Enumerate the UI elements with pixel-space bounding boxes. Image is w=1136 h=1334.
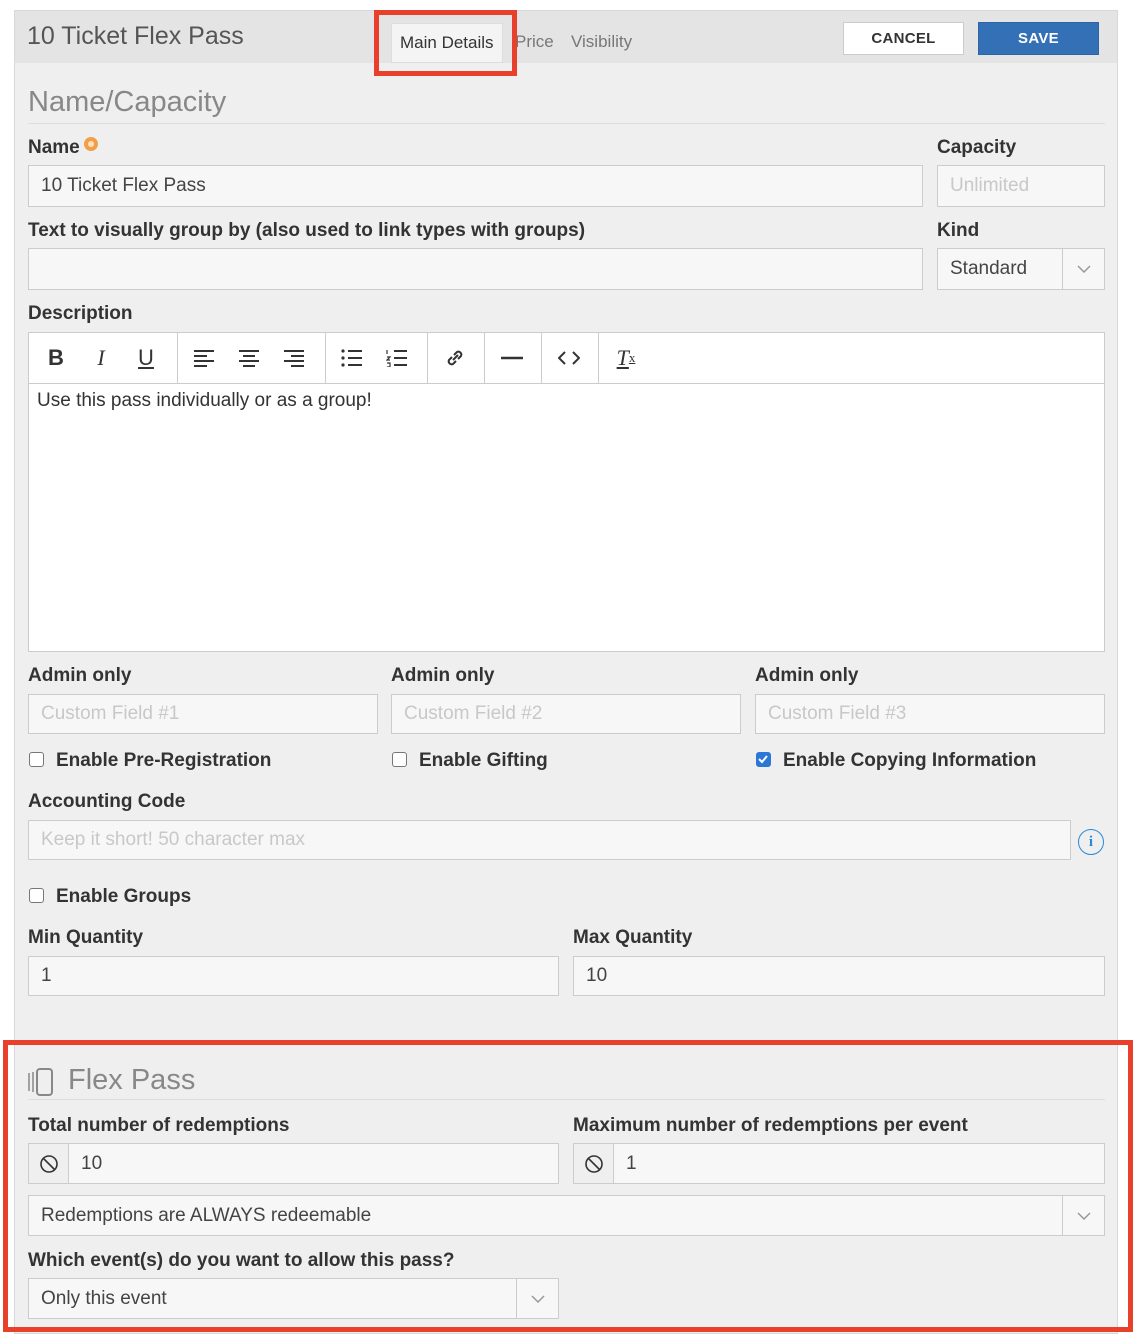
section-divider bbox=[28, 123, 1105, 124]
group-text-input[interactable] bbox=[28, 248, 923, 290]
copying-info-label: Enable Copying Information bbox=[783, 750, 1037, 771]
bullet-list-icon[interactable] bbox=[335, 341, 369, 375]
chevron-down-icon bbox=[1062, 249, 1104, 289]
highlight-box-flex-pass bbox=[3, 1040, 1133, 1332]
toolbar-divider bbox=[325, 333, 326, 384]
custom-field-1-label: Admin only bbox=[28, 665, 132, 686]
enable-groups-label: Enable Groups bbox=[56, 886, 192, 907]
link-icon[interactable] bbox=[438, 341, 472, 375]
toolbar-divider bbox=[598, 333, 599, 384]
group-text-label: Text to visually group by (also used to … bbox=[28, 220, 586, 241]
align-right-icon[interactable] bbox=[277, 341, 311, 375]
accounting-code-input[interactable]: Keep it short! 50 character max bbox=[28, 820, 1071, 860]
pre-registration-checkbox[interactable] bbox=[29, 752, 44, 767]
editor-toolbar: B I U Tx bbox=[28, 332, 1105, 384]
section-title-name-capacity: Name/Capacity bbox=[28, 86, 227, 118]
max-quantity-input[interactable]: 10 bbox=[573, 956, 1105, 996]
max-quantity-label: Max Quantity bbox=[573, 927, 693, 948]
toolbar-divider bbox=[177, 333, 178, 384]
page-title: 10 Ticket Flex Pass bbox=[27, 22, 244, 50]
capacity-input[interactable]: Unlimited bbox=[937, 165, 1105, 207]
horizontal-rule-icon[interactable] bbox=[495, 341, 529, 375]
code-icon[interactable] bbox=[552, 341, 586, 375]
kind-label: Kind bbox=[937, 220, 980, 241]
name-label: Name bbox=[28, 137, 98, 159]
numbered-list-icon[interactable] bbox=[380, 341, 414, 375]
toolbar-divider bbox=[541, 333, 542, 384]
align-center-icon[interactable] bbox=[232, 341, 266, 375]
align-left-icon[interactable] bbox=[187, 341, 221, 375]
cancel-button[interactable]: CANCEL bbox=[843, 22, 964, 55]
copying-info-checkbox[interactable] bbox=[756, 752, 771, 767]
custom-field-2-label: Admin only bbox=[391, 665, 495, 686]
gifting-checkbox[interactable] bbox=[392, 752, 407, 767]
enable-groups-checkbox[interactable] bbox=[29, 888, 44, 903]
custom-field-3-label: Admin only bbox=[755, 665, 859, 686]
custom-field-1-input[interactable]: Custom Field #1 bbox=[28, 694, 378, 734]
custom-field-3-input[interactable]: Custom Field #3 bbox=[755, 694, 1105, 734]
toolbar-divider bbox=[484, 333, 485, 384]
clear-format-icon[interactable]: Tx bbox=[609, 341, 643, 375]
name-input[interactable]: 10 Ticket Flex Pass bbox=[28, 165, 923, 207]
custom-field-2-input[interactable]: Custom Field #2 bbox=[391, 694, 741, 734]
save-button[interactable]: SAVE bbox=[978, 22, 1099, 55]
min-quantity-input[interactable]: 1 bbox=[28, 956, 559, 996]
kind-value: Standard bbox=[950, 258, 1028, 279]
toolbar-divider bbox=[427, 333, 428, 384]
accounting-code-label: Accounting Code bbox=[28, 791, 186, 812]
tab-visibility[interactable]: Visibility bbox=[571, 32, 632, 52]
editor-header: 10 Ticket Flex Pass Main Details Price V… bbox=[15, 11, 1117, 63]
italic-icon[interactable]: I bbox=[84, 341, 118, 375]
capacity-label: Capacity bbox=[937, 137, 1017, 158]
underline-icon[interactable]: U bbox=[129, 341, 163, 375]
description-label: Description bbox=[28, 303, 133, 324]
tab-price[interactable]: Price bbox=[515, 32, 554, 52]
highlight-box-tab bbox=[374, 10, 517, 76]
info-icon[interactable]: i bbox=[1078, 829, 1104, 855]
gifting-label: Enable Gifting bbox=[419, 750, 548, 771]
kind-select[interactable]: Standard bbox=[937, 248, 1105, 290]
required-icon bbox=[83, 137, 98, 151]
description-editor[interactable]: Use this pass individually or as a group… bbox=[28, 384, 1105, 652]
bold-icon[interactable]: B bbox=[39, 341, 73, 375]
min-quantity-label: Min Quantity bbox=[28, 927, 144, 948]
pre-registration-label: Enable Pre-Registration bbox=[56, 750, 272, 771]
